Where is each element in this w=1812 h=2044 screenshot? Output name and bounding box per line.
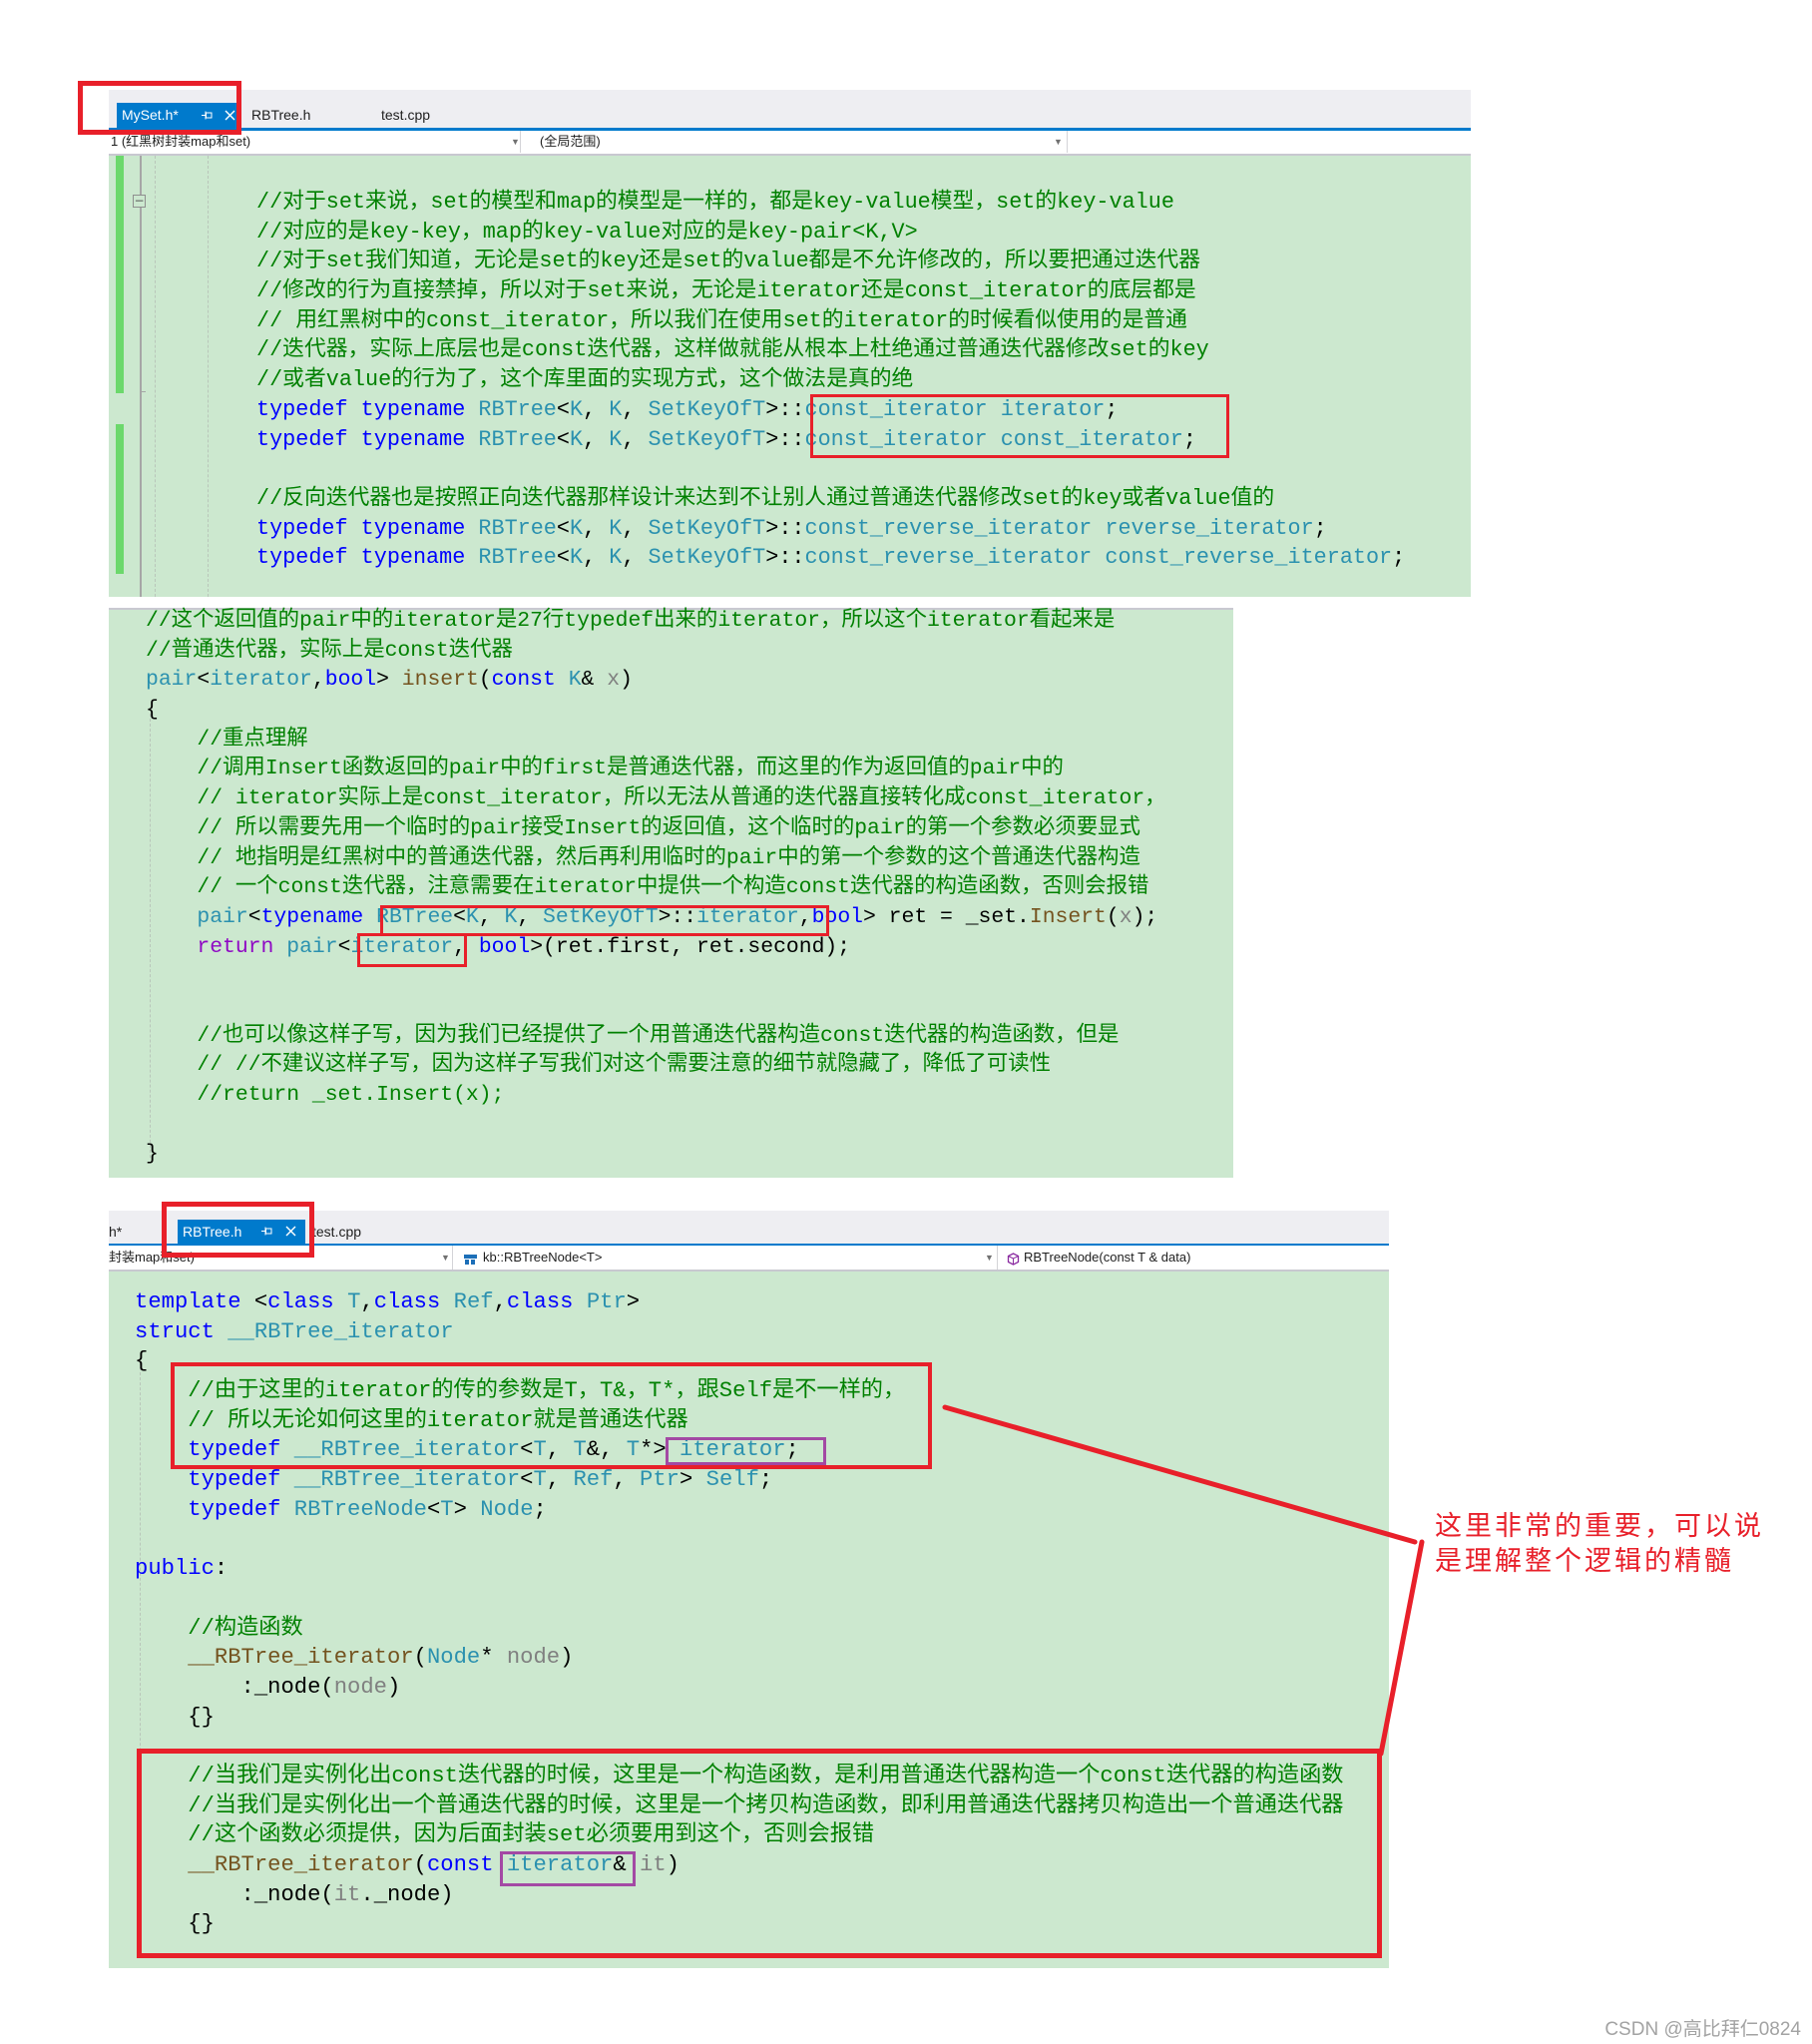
- annotation-note: 这里非常的重要，可以说 是理解整个逻辑的精髓: [1435, 1509, 1764, 1579]
- annotation-line: 是理解整个逻辑的精髓: [1435, 1546, 1734, 1577]
- annotation-arrow-line: [942, 1404, 1418, 1545]
- annotation-arrow-line: [1378, 1539, 1425, 1757]
- annotation-line: 这里非常的重要，可以说: [1435, 1511, 1764, 1542]
- annotation-arrows: [942, 1404, 1425, 1757]
- watermark: CSDN @高比拜仁0824: [1604, 2019, 1801, 2040]
